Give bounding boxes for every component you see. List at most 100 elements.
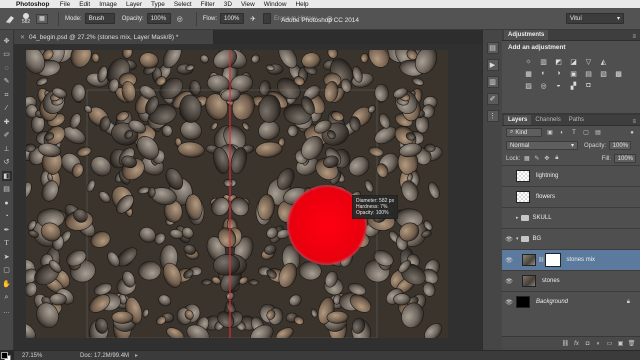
- gradient-tool-icon[interactable]: ▤: [2, 185, 12, 195]
- brush-tool-icon[interactable]: ✐: [2, 131, 12, 141]
- posterize-icon[interactable]: ▩: [614, 69, 623, 78]
- levels-icon[interactable]: ▥: [539, 57, 548, 66]
- shape-tool-icon[interactable]: ▢: [2, 266, 12, 276]
- layer-name[interactable]: BG: [533, 236, 542, 242]
- adjustment-filter-icon[interactable]: ◐: [558, 129, 566, 137]
- image-canvas[interactable]: [26, 50, 448, 338]
- eraser-tool-icon[interactable]: ◧: [1, 171, 12, 181]
- add-mask-icon[interactable]: ◘: [583, 341, 592, 347]
- airbrush-icon[interactable]: ✈: [247, 13, 259, 25]
- pattern-fill-icon[interactable]: ▞: [569, 81, 578, 90]
- shape-filter-icon[interactable]: ▢: [582, 129, 590, 137]
- layer-row-skull-group[interactable]: ▸ SKULL: [502, 207, 640, 228]
- black-white-icon[interactable]: ◐: [539, 69, 548, 78]
- eye-icon[interactable]: 👁︎: [502, 257, 516, 264]
- panel-menu-icon[interactable]: ≡: [632, 34, 636, 40]
- menu-filter[interactable]: Filter: [196, 1, 219, 8]
- opacity-input[interactable]: 100%: [146, 13, 171, 24]
- foreground-color-swatch[interactable]: [1, 352, 8, 359]
- crop-tool-icon[interactable]: ⌗: [2, 90, 12, 100]
- history-panel-icon[interactable]: ▤: [486, 42, 499, 54]
- menu-layer[interactable]: Layer: [121, 1, 146, 8]
- blend-mode-select[interactable]: Normal ▾: [506, 141, 578, 150]
- link-icon[interactable]: ⛓︎: [538, 257, 544, 263]
- exposure-icon[interactable]: ◪: [569, 57, 578, 66]
- path-select-tool-icon[interactable]: ➤: [2, 252, 12, 262]
- trash-icon[interactable]: 🗑︎: [627, 340, 636, 347]
- app-menu[interactable]: Photoshop: [14, 1, 55, 8]
- pixel-filter-icon[interactable]: ▣: [546, 129, 554, 137]
- zoom-tool-icon[interactable]: ⌕: [2, 293, 12, 303]
- actions-panel-icon[interactable]: ▶: [486, 59, 499, 71]
- layer-row-lightning[interactable]: lightning: [502, 165, 640, 186]
- blur-tool-icon[interactable]: ●: [2, 198, 12, 208]
- erase-to-history-checkbox[interactable]: [263, 13, 272, 24]
- layer-name[interactable]: Background: [536, 299, 568, 305]
- menu-image[interactable]: Image: [95, 1, 122, 8]
- hand-tool-icon[interactable]: ✋: [2, 279, 12, 289]
- clone-stamp-tool-icon[interactable]: ⊥: [2, 144, 12, 154]
- close-icon[interactable]: ✕: [20, 34, 25, 41]
- vibrance-icon[interactable]: ▽: [584, 57, 593, 66]
- lock-transparent-icon[interactable]: ▦: [523, 155, 530, 162]
- layer-name[interactable]: stones mix: [566, 257, 595, 263]
- layer-row-bg-group[interactable]: 👁︎ ▾ BG: [502, 228, 640, 249]
- layer-name[interactable]: stones: [542, 278, 560, 284]
- new-layer-icon[interactable]: ▣: [616, 340, 625, 347]
- selective-color-icon[interactable]: ◎: [539, 81, 548, 90]
- menu-select[interactable]: Select: [169, 1, 196, 8]
- fx-icon[interactable]: fx: [572, 341, 581, 347]
- properties-panel-icon[interactable]: ▥: [486, 76, 499, 88]
- eye-icon[interactable]: 👁︎: [502, 236, 516, 243]
- eye-icon[interactable]: 👁︎: [502, 278, 516, 285]
- menu-3d[interactable]: 3D: [219, 1, 236, 8]
- tab-channels[interactable]: Channels: [531, 115, 564, 125]
- layer-row-background[interactable]: 👁︎ Background 🔒︎: [502, 291, 640, 312]
- color-balance-icon[interactable]: ▦: [524, 69, 533, 78]
- fill-input[interactable]: 100%: [614, 154, 636, 163]
- layer-opacity-input[interactable]: 100%: [609, 141, 632, 150]
- chevron-right-icon[interactable]: ▸: [135, 352, 138, 359]
- layer-mask-thumbnail[interactable]: [545, 253, 562, 267]
- curves-icon[interactable]: ◩: [554, 57, 563, 66]
- pressure-opacity-icon[interactable]: ◎: [174, 13, 186, 25]
- move-tool-icon[interactable]: ✥: [2, 36, 12, 46]
- flow-input[interactable]: 100%: [220, 13, 245, 24]
- eyedropper-tool-icon[interactable]: ⁄: [2, 104, 12, 114]
- channel-mixer-icon[interactable]: ▣: [569, 69, 578, 78]
- history-brush-tool-icon[interactable]: ↺: [2, 158, 12, 168]
- pressure-size-icon[interactable]: ◎: [324, 13, 336, 25]
- invert-icon[interactable]: ▧: [599, 69, 608, 78]
- brush-panel-icon[interactable]: ✐: [486, 93, 499, 105]
- layer-row-stones[interactable]: 👁︎ stones: [502, 270, 640, 291]
- color-lookup-icon[interactable]: ▤: [584, 69, 593, 78]
- type-tool-icon[interactable]: T: [2, 239, 12, 249]
- menu-file[interactable]: File: [55, 1, 74, 8]
- new-group-icon[interactable]: ▭: [605, 340, 614, 347]
- document-tab[interactable]: ✕ 04_begin.psd @ 27.2% (stones mix, Laye…: [14, 30, 214, 44]
- tab-adjustments[interactable]: Adjustments: [504, 30, 549, 40]
- menu-edit[interactable]: Edit: [75, 1, 95, 8]
- layer-filter-kind[interactable]: ⌕ Kind: [506, 128, 542, 137]
- mode-select[interactable]: Brush: [84, 13, 115, 24]
- layer-row-stones-mix[interactable]: 👁︎ ⛓︎ stones mix: [502, 249, 640, 270]
- dodge-tool-icon[interactable]: ◔: [2, 212, 12, 222]
- more-tools-icon[interactable]: …: [2, 306, 12, 316]
- brightness-contrast-icon[interactable]: ☼: [524, 57, 533, 66]
- quick-select-tool-icon[interactable]: ✎: [2, 77, 12, 87]
- menu-type[interactable]: Type: [146, 1, 169, 8]
- link-layers-icon[interactable]: ⛓︎: [561, 340, 570, 347]
- doc-size[interactable]: Doc: 17.2M/99.4M: [80, 353, 129, 359]
- layer-thumbnail[interactable]: [522, 254, 536, 266]
- tab-paths[interactable]: Paths: [565, 115, 588, 125]
- tab-layers[interactable]: Layers: [504, 115, 532, 125]
- marquee-tool-icon[interactable]: ▭: [2, 50, 12, 60]
- healing-brush-tool-icon[interactable]: ✚: [2, 117, 12, 127]
- lasso-tool-icon[interactable]: ◌: [2, 63, 12, 73]
- menu-window[interactable]: Window: [259, 1, 291, 8]
- disclosure-collapsed-icon[interactable]: ▸: [516, 215, 519, 221]
- brush-presets-icon[interactable]: ⋮: [486, 110, 499, 122]
- layer-name[interactable]: lightning: [536, 173, 558, 179]
- lock-image-icon[interactable]: ✎: [533, 155, 540, 162]
- threshold-icon[interactable]: ▨: [524, 81, 533, 90]
